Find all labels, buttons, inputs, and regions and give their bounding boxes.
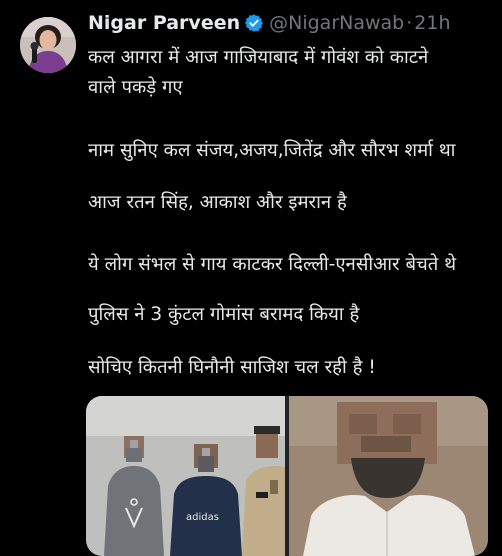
- tweet-text-line: ये लोग संभल से गाय काटकर दिल्ली-एनसीआर ब…: [88, 254, 457, 275]
- tweet-header: Nigar Parveen @NigarNawab · 21h: [88, 10, 451, 36]
- avatar[interactable]: [20, 17, 76, 73]
- shirt-text: adidas: [186, 512, 219, 523]
- separator-dot: ·: [406, 12, 413, 34]
- media-photo-left[interactable]: adidas: [86, 396, 285, 556]
- tweet-text-line: सोचिए कितनी घिनौनी साजिश चल रही है !: [88, 357, 376, 378]
- verified-badge-icon: [244, 13, 264, 33]
- tweet-text-line: आज रतन सिंह, आकाश और इमरान है: [88, 192, 347, 213]
- author-handle[interactable]: @NigarNawab: [269, 10, 404, 36]
- tweet-text-line: कल आगरा में आज गाजियाबाद में गोवंश को का…: [88, 47, 429, 68]
- avatar-image: [20, 17, 76, 73]
- timestamp[interactable]: 21h: [414, 10, 450, 36]
- tweet-text-line: नाम सुनिए कल संजय,अजय,जितेंद्र और सौरभ श…: [88, 140, 456, 161]
- tweet-text-line: वाले पकड़े गए: [88, 77, 183, 98]
- tweet-text-line: पुलिस ने 3 कुंटल गोमांस बरामद किया है: [88, 304, 360, 325]
- tweet[interactable]: Nigar Parveen @NigarNawab · 21h कल आगरा …: [0, 0, 502, 556]
- media-photo-right[interactable]: [289, 396, 488, 556]
- author-name[interactable]: Nigar Parveen: [88, 10, 240, 36]
- tweet-media: adidas: [86, 396, 488, 556]
